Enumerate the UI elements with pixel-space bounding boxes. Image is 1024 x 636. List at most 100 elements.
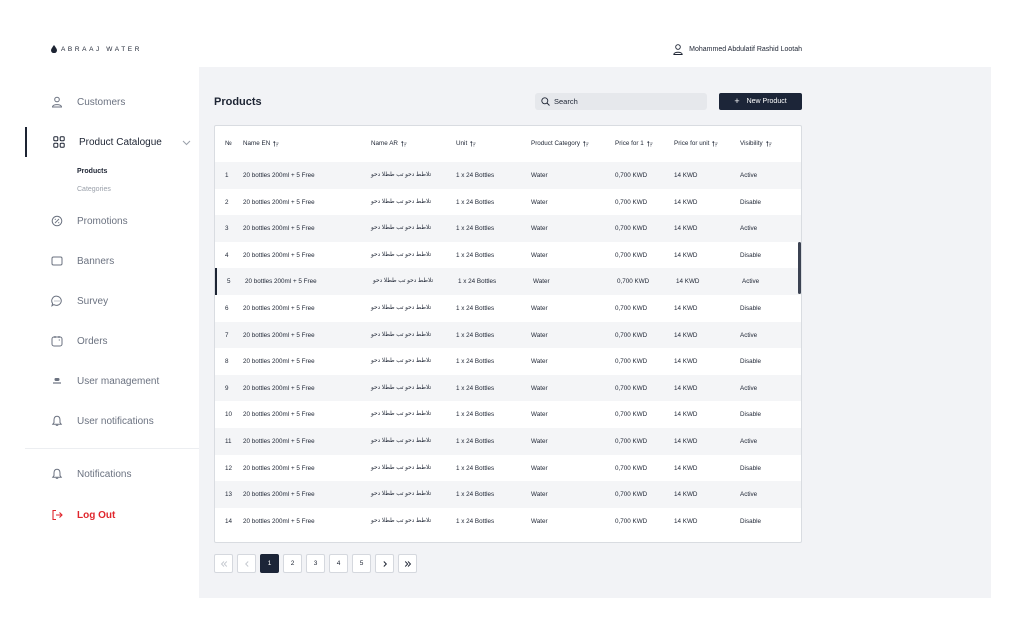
table-row[interactable]: 10 20 bottles 200ml + 5 Free تلاطط دحو تب …	[215, 401, 801, 428]
cell-name-en: 20 bottles 200ml + 5 Free	[243, 172, 315, 179]
table-row[interactable]: 8 20 bottles 200ml + 5 Free تلاطط دحو تب ط…	[215, 348, 801, 375]
chevron-right-icon	[382, 560, 387, 567]
cell-price-unit: 14 KWD	[674, 305, 698, 312]
water-drop-icon	[51, 45, 57, 53]
sort-icon[interactable]	[583, 140, 589, 147]
user-profile[interactable]: Mohammed Abdulatif Rashid Lootah	[673, 44, 802, 55]
header-col-name-ar[interactable]: Name AR	[371, 140, 407, 147]
cell-visibility: Disable	[740, 251, 761, 259]
table-row[interactable]: 6 20 bottles 200ml + 5 Free تلاطط دحو تب ط…	[215, 295, 801, 322]
cell-name-en: 20 bottles 200ml + 5 Free	[243, 198, 315, 206]
search-input[interactable]	[554, 97, 694, 106]
header-col-category[interactable]: Product Category	[531, 140, 589, 147]
table-row[interactable]: 3 20 bottles 200ml + 5 Free تلاطط دحو تب ط…	[215, 215, 801, 242]
header-col-price-unit[interactable]: Price for unit	[674, 140, 719, 147]
promotion-icon	[51, 215, 63, 227]
page-button-2[interactable]: 2	[283, 554, 302, 573]
cell-category: Water	[531, 358, 548, 366]
sort-icon[interactable]	[273, 140, 279, 147]
cell-name-ar: تلاطط دحو تب ططلا دحو	[371, 411, 432, 418]
header-col-unit[interactable]: Unit	[456, 140, 476, 147]
logout-button[interactable]: Log Out	[25, 500, 199, 530]
cell-name-ar: تلاطط دحو تب ططلا دحو	[371, 198, 432, 205]
header-col-visibility[interactable]: Visibility	[740, 140, 772, 147]
sidebar-item-customers[interactable]: Customers	[25, 87, 199, 117]
header-col-name-en[interactable]: Name EN	[243, 140, 279, 147]
table-row[interactable]: 14 20 bottles 200ml + 5 Free تلاطط دحو تب …	[215, 508, 801, 535]
page-button-4[interactable]: 4	[329, 554, 348, 573]
cell-category: Water	[531, 411, 548, 419]
search-icon	[541, 97, 550, 106]
table-header: № Name EN Name AR Unit Product Category Price…	[215, 126, 801, 162]
sort-icon[interactable]	[765, 140, 772, 147]
cell-price-unit: 14 KWD	[674, 198, 698, 206]
cell-price-unit: 14 KWD	[674, 464, 698, 472]
table-row[interactable]: 13 20 bottles 200ml + 5 Free تلاطط دحو تب …	[215, 481, 801, 508]
sort-icon[interactable]	[470, 140, 476, 147]
cell-unit: 1 x 24 Bottles	[456, 198, 495, 206]
sidebar-item-notifications[interactable]: Notifications	[25, 459, 199, 489]
cell-visibility: Disable	[740, 411, 761, 419]
sidebar-item-label: Product Catalogue	[79, 136, 162, 148]
table-row[interactable]: 9 20 bottles 200ml + 5 Free تلاطط دحو تب ط…	[215, 374, 801, 402]
sidebar-item-product-catalogue[interactable]: Product Catalogue	[25, 127, 199, 157]
cell-price-unit: 14 KWD	[674, 517, 698, 525]
sidebar-item-promotions[interactable]: Promotions	[25, 206, 199, 236]
sidebar-subitem-categories[interactable]: Categories	[77, 186, 111, 193]
cell-number: 1	[225, 172, 229, 179]
last-page-button[interactable]	[398, 554, 417, 573]
page-button-1[interactable]: 1	[260, 554, 279, 573]
chevron-left-icon	[244, 560, 249, 567]
header-col-number: №	[225, 140, 232, 147]
sidebar-divider	[25, 448, 199, 449]
cell-unit: 1 x 24 Bottles	[456, 438, 495, 445]
table-row[interactable]: 12 20 bottles 200ml + 5 Free تلاطط دحو تب …	[215, 455, 801, 482]
cell-price-one: 0,700 KWD	[615, 331, 648, 339]
bell-icon	[51, 468, 63, 480]
bell-icon	[51, 415, 63, 427]
user-icon	[51, 96, 63, 108]
header-label: Price for 1	[615, 140, 644, 147]
header-col-price-one[interactable]: Price for 1	[615, 140, 653, 147]
new-product-button[interactable]: + New Product	[719, 93, 802, 110]
page-button-5[interactable]: 5	[352, 554, 371, 573]
cell-price-unit: 14 KWD	[674, 491, 698, 499]
table-scrollbar[interactable]	[798, 242, 801, 294]
sidebar-item-banners[interactable]: Banners	[25, 246, 199, 276]
cell-visibility: Active	[740, 438, 758, 445]
cell-category: Water	[531, 225, 548, 233]
sort-icon[interactable]	[646, 140, 653, 147]
cell-name-ar: تلاطط دحو تب ططلا دحو	[371, 517, 432, 524]
prev-page-button[interactable]	[237, 554, 256, 573]
search-box[interactable]	[535, 93, 707, 110]
cell-name-en: 20 bottles 200ml + 5 Free	[243, 384, 315, 392]
table-row[interactable]: 7 20 bottles 200ml + 5 Free تلاطط دحو تب ط…	[215, 321, 801, 349]
table-row[interactable]: 4 20 bottles 200ml + 5 Free تلاطط دحو تب ط…	[215, 242, 801, 269]
cell-category: Water	[531, 438, 548, 445]
sidebar-item-user-management[interactable]: User management	[25, 366, 199, 396]
header-label: Price for unit	[674, 140, 710, 147]
next-page-button[interactable]	[375, 554, 394, 573]
page-button-3[interactable]: 3	[306, 554, 325, 573]
sidebar: Customers Product Catalogue Products Cat…	[25, 67, 199, 598]
chevron-down-icon[interactable]	[182, 138, 191, 147]
sidebar-item-survey[interactable]: Survey	[25, 286, 199, 316]
sort-icon[interactable]	[401, 140, 407, 147]
cell-category: Water	[531, 491, 548, 499]
sidebar-item-label: Customers	[77, 96, 126, 108]
cell-name-en: 20 bottles 200ml + 5 Free	[243, 491, 315, 499]
table-row[interactable]: 2 20 bottles 200ml + 5 Free تلاطط دحو تب ط…	[215, 189, 801, 216]
pagination: 1 2 3 4 5	[214, 554, 417, 573]
sort-icon[interactable]	[712, 140, 719, 147]
cell-number: 12	[225, 464, 233, 472]
sidebar-item-user-notifications[interactable]: User notifications	[25, 406, 199, 436]
table-row[interactable]: 1 20 bottles 200ml + 5 Free تلاطط دحو تب ط…	[215, 162, 801, 189]
cell-name-ar: تلاطط دحو تب ططلا دحو	[371, 251, 432, 258]
sidebar-item-orders[interactable]: Orders	[25, 326, 199, 356]
table-row[interactable]: 11 20 bottles 200ml + 5 Free تلاطط دحو تب …	[215, 428, 801, 455]
sidebar-subitem-products[interactable]: Products	[77, 168, 107, 175]
cell-visibility: Active	[740, 384, 758, 392]
sidebar-item-label: Notifications	[77, 468, 132, 480]
table-row[interactable]: 5 20 bottles 200ml + 5 Free تلاطط دحو تب ط…	[215, 268, 801, 295]
first-page-button[interactable]	[214, 554, 233, 573]
